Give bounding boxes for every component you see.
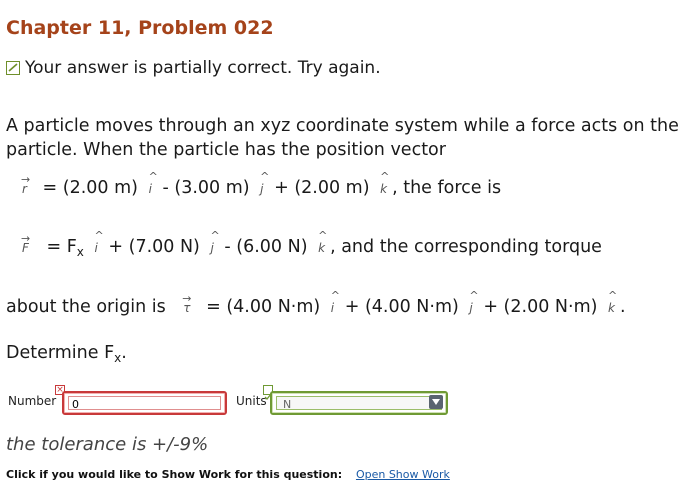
j-unit-vector: ^ j <box>469 289 479 315</box>
problem-title: Chapter 11, Problem 022 <box>6 17 274 39</box>
status-text: Your answer is partially correct. Try ag… <box>25 58 381 78</box>
partial-check-icon <box>6 61 20 75</box>
k-unit-vector: ^ k <box>608 289 618 315</box>
determine-prompt: Determine Fx. <box>6 343 127 365</box>
r-vector-symbol: → r <box>21 173 31 196</box>
k-unit-vector: ^ k <box>380 170 390 196</box>
i-unit-vector: ^ i <box>94 229 104 255</box>
units-label: Units <box>236 394 267 408</box>
number-label: Number <box>8 394 57 408</box>
k-unit-vector: ^ k <box>318 229 328 255</box>
force-vector-line: → F = Fx ^ i + (7.00 N) ^ j - (6.00 N) ^ k, … <box>21 229 602 259</box>
j-unit-vector: ^ j <box>260 170 270 196</box>
tolerance-text: the tolerance is +/-9% <box>6 434 209 455</box>
problem-intro: A particle moves through an xyz coordina… <box>6 116 679 160</box>
units-select-value[interactable]: N <box>276 396 442 411</box>
tau-vector-symbol: → τ <box>182 292 192 315</box>
f-vector-symbol: → F <box>21 232 31 255</box>
chevron-down-icon[interactable] <box>429 395 443 409</box>
open-show-work-link[interactable]: Open Show Work <box>356 468 450 481</box>
i-unit-vector: ^ i <box>148 170 158 196</box>
units-select[interactable]: N <box>270 391 448 415</box>
number-input[interactable]: 0 <box>62 391 227 415</box>
j-unit-vector: ^ j <box>210 229 220 255</box>
answer-status: Your answer is partially correct. Try ag… <box>6 58 381 78</box>
i-unit-vector: ^ i <box>330 289 341 315</box>
position-vector-line: → r = (2.00 m) ^ i - (3.00 m) ^ j + (2.00 m… <box>21 170 502 198</box>
show-work-row: Click if you would like to Show Work for… <box>6 468 450 481</box>
torque-vector-line: about the origin is → τ = (4.00 N·m) ^ i +… <box>6 289 626 317</box>
number-input-value[interactable]: 0 <box>68 396 221 411</box>
show-work-prompt: Click if you would like to Show Work for… <box>6 468 343 481</box>
